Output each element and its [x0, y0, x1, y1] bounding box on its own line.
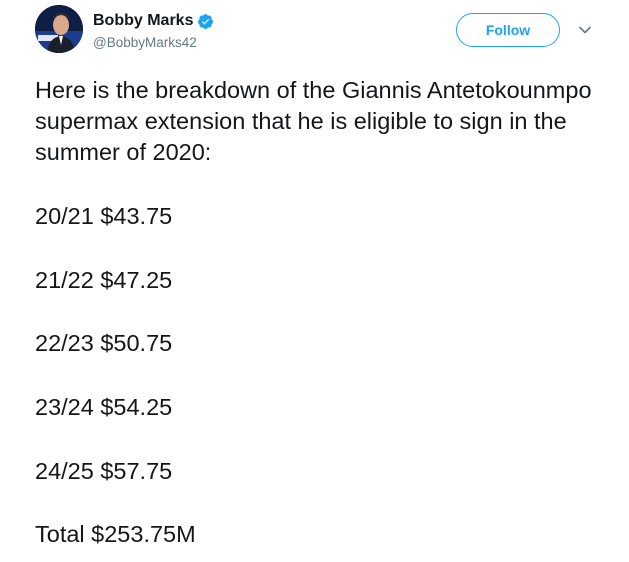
name-row: Bobby Marks: [93, 12, 214, 30]
avatar-image: [35, 5, 83, 53]
follow-button[interactable]: Follow: [456, 13, 560, 47]
salary-line-2020-21: 20/21 $43.75: [35, 203, 173, 229]
salary-line-2024-25: 24/25 $57.75: [35, 458, 173, 484]
user-handle[interactable]: @BobbyMarks42: [93, 35, 197, 51]
tweet-text: Here is the breakdown of the Giannis Ant…: [35, 75, 605, 168]
salary-total: Total $253.75M: [35, 521, 196, 547]
chevron-down-icon[interactable]: [578, 23, 592, 37]
salary-line-2023-24: 23/24 $54.25: [35, 394, 173, 420]
tweet-intro: Here is the breakdown of the Giannis Ant…: [35, 77, 592, 165]
tweet-header: Bobby Marks @BobbyMarks42 Follow: [35, 5, 605, 61]
verified-badge-icon: [197, 13, 214, 30]
salary-line-2021-22: 21/22 $47.25: [35, 267, 173, 293]
tweet-card: Bobby Marks @BobbyMarks42 Follow Here is…: [0, 0, 629, 562]
avatar[interactable]: [35, 5, 83, 53]
salary-line-2022-23: 22/23 $50.75: [35, 330, 173, 356]
display-name[interactable]: Bobby Marks: [93, 12, 193, 30]
